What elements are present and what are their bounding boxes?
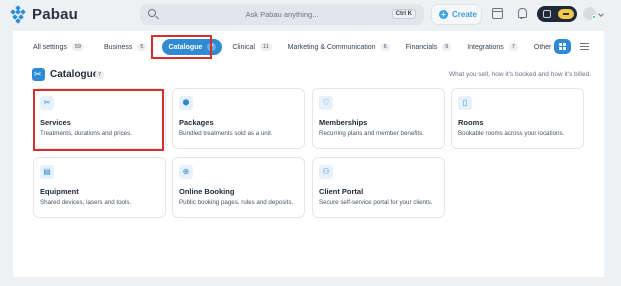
create-label: Create — [452, 10, 477, 19]
list-view-button[interactable] — [576, 39, 593, 54]
search-placeholder: Ask Pabau anything... — [245, 10, 319, 19]
section-count: 7 — [95, 71, 105, 79]
tab-integrations[interactable]: Integrations 7 — [461, 39, 524, 55]
screen-icon — [543, 10, 551, 18]
card-title: Client Portal — [319, 187, 364, 196]
calendar-icon[interactable] — [492, 8, 503, 19]
tab-count: 11 — [259, 43, 272, 51]
card-online-booking[interactable]: ⊕ Online Booking Public booking pages, r… — [172, 157, 305, 218]
card-description: Public booking pages, rules and deposits… — [179, 199, 294, 206]
tab-count: 6 — [380, 43, 390, 51]
top-bar: Pabau Ask Pabau anything... Ctrl K + Cre… — [0, 0, 621, 31]
card-description: Bookable rooms across your locations. — [458, 130, 565, 137]
card-packages[interactable]: ⬢ Packages Bundled treatments sold as a … — [172, 88, 305, 149]
tab-marketing-communication[interactable]: Marketing & Communication 6 — [282, 39, 396, 55]
card-description: Recurring plans and member benefits. — [319, 130, 424, 137]
shield-heart-icon: ♡ — [319, 96, 333, 110]
card-title: Packages — [179, 118, 214, 127]
tab-count: 7 — [508, 43, 518, 51]
tab-count: 5 — [137, 43, 147, 51]
search-shortcut: Ctrl K — [391, 9, 416, 19]
create-button[interactable]: + Create — [431, 4, 482, 25]
scissors-section-icon — [32, 68, 45, 81]
tab-label: Financials — [405, 43, 438, 51]
tab-label: Other — [533, 43, 552, 51]
card-description: Secure self-service portal for your clie… — [319, 199, 433, 206]
catalogue-tab-highlight — [151, 35, 212, 59]
bell-icon[interactable] — [517, 7, 527, 19]
services-card-highlight — [33, 89, 164, 151]
package-icon: ⬢ — [179, 96, 193, 110]
card-description: Bundled treatments sold as a unit. — [179, 130, 273, 137]
tab-clinical[interactable]: Clinical 11 — [226, 39, 277, 55]
grid-view-button[interactable] — [554, 39, 571, 54]
tab-label: All settings — [33, 43, 67, 51]
section-description: What you sell, how it's booked and how i… — [449, 71, 591, 78]
door-icon: ▯ — [458, 96, 472, 110]
card-title: Equipment — [40, 187, 79, 196]
tab-label: Clinical — [232, 43, 255, 51]
toggle-knob — [558, 9, 574, 19]
chevron-down-icon[interactable] — [598, 11, 604, 17]
card-title: Memberships — [319, 118, 368, 127]
tab-label: Integrations — [467, 43, 504, 51]
section-title: Catalogue — [50, 69, 99, 80]
theme-toggle[interactable] — [537, 6, 577, 22]
app-name: Pabau — [32, 6, 79, 23]
tab-all-settings[interactable]: All settings 59 — [27, 39, 90, 55]
user-plus-icon: ⚇ — [319, 165, 333, 179]
settings-panel: All settings 59 Business 5 Catalogue 7 Clin… — [13, 31, 604, 277]
card-title: Online Booking — [179, 187, 235, 196]
plus-icon: + — [439, 10, 448, 19]
card-description: Shared devices, lasers and tools. — [40, 199, 132, 206]
card-equipment[interactable]: ▤ Equipment Shared devices, lasers and t… — [33, 157, 166, 218]
globe-icon: ⊕ — [179, 165, 193, 179]
card-rooms[interactable]: ▯ Rooms Bookable rooms across your locat… — [451, 88, 584, 149]
online-status-dot — [592, 15, 596, 19]
logo[interactable]: Pabau — [10, 5, 79, 24]
card-client-portal[interactable]: ⚇ Client Portal Secure self-service port… — [312, 157, 445, 218]
search-input[interactable]: Ask Pabau anything... Ctrl K — [140, 4, 424, 25]
tab-count: 9 — [442, 43, 452, 51]
card-title: Rooms — [458, 118, 484, 127]
tab-label: Business — [103, 43, 133, 51]
tab-label: Marketing & Communication — [287, 43, 376, 51]
tab-financials[interactable]: Financials 9 — [400, 39, 458, 55]
card-memberships[interactable]: ♡ Memberships Recurring plans and member… — [312, 88, 445, 149]
tab-count: 59 — [71, 43, 84, 51]
pabau-logo-icon — [10, 5, 27, 24]
tab-business[interactable]: Business 5 — [98, 39, 152, 55]
category-tabs: All settings 59 Business 5 Catalogue 7 Clin… — [27, 39, 575, 55]
equipment-icon: ▤ — [40, 165, 54, 179]
